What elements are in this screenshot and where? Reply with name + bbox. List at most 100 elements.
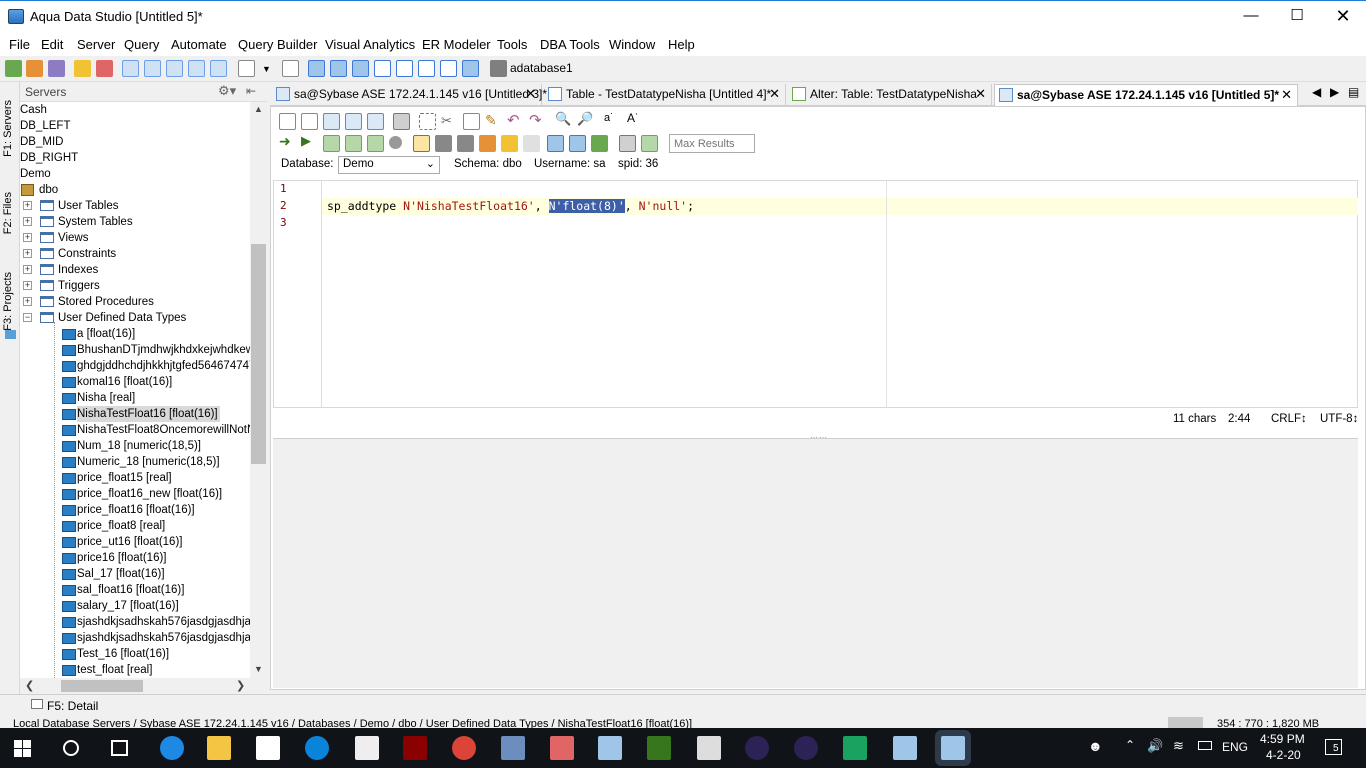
- server-properties-icon[interactable]: [48, 60, 65, 77]
- dropdown-arrow-icon[interactable]: ▼: [262, 64, 271, 74]
- app-icon[interactable]: [403, 736, 427, 760]
- menu-window[interactable]: Window: [609, 37, 655, 52]
- connect-icon[interactable]: [5, 60, 22, 77]
- database-select[interactable]: Demo ⌄: [338, 156, 440, 174]
- paste-icon[interactable]: ✎: [485, 112, 497, 129]
- menu-edit[interactable]: Edit: [41, 37, 63, 52]
- history-icon[interactable]: [619, 135, 636, 152]
- tree-item[interactable]: DB_MID: [20, 134, 250, 150]
- language-indicator[interactable]: ENG: [1222, 740, 1248, 754]
- stop-icon[interactable]: [389, 136, 402, 149]
- tree-item[interactable]: + Constraints: [20, 246, 250, 262]
- tab-alter-table[interactable]: Alter: Table: TestDatatypeNisha ✕: [788, 84, 992, 106]
- print-icon[interactable]: [393, 113, 410, 130]
- export-icon[interactable]: [210, 60, 227, 77]
- windows-start-icon[interactable]: [14, 740, 31, 757]
- network-tool-icon[interactable]: [501, 736, 525, 760]
- menu-query-builder[interactable]: Query Builder: [238, 37, 317, 52]
- side-tab-files[interactable]: F2: Files: [2, 192, 14, 234]
- close-tab-icon[interactable]: ✕: [769, 84, 780, 104]
- open-file-icon[interactable]: [301, 113, 318, 130]
- paint-icon[interactable]: [550, 736, 574, 760]
- tree-item[interactable]: dbo: [20, 182, 250, 198]
- menu-help[interactable]: Help: [668, 37, 695, 52]
- expand-icon[interactable]: +: [23, 265, 32, 274]
- pin-icon[interactable]: ⇤: [246, 84, 256, 98]
- copy-icon[interactable]: [463, 113, 480, 130]
- editor-app-icon[interactable]: [647, 736, 671, 760]
- tree-item[interactable]: DB_RIGHT: [20, 150, 250, 166]
- pivot-icon[interactable]: [374, 60, 391, 77]
- aqua-data-studio-active-icon[interactable]: [941, 736, 965, 760]
- compare-icon[interactable]: [166, 60, 183, 77]
- remote-desktop-icon[interactable]: [697, 736, 721, 760]
- import-icon[interactable]: [188, 60, 205, 77]
- wifi-icon[interactable]: ≋: [1173, 738, 1184, 754]
- find-replace-icon[interactable]: 🔎: [577, 111, 593, 127]
- chart-icon[interactable]: [396, 60, 413, 77]
- menu-er-modeler[interactable]: ER Modeler: [422, 37, 491, 52]
- new-document-icon[interactable]: [238, 60, 255, 77]
- menu-file[interactable]: File: [9, 37, 30, 52]
- skype-icon[interactable]: [305, 736, 329, 760]
- save-as-icon[interactable]: [345, 113, 362, 130]
- maximize-button[interactable]: ☐: [1274, 1, 1320, 32]
- max-results-input[interactable]: [669, 134, 755, 153]
- notification-center-icon[interactable]: 5: [1325, 739, 1342, 755]
- menu-automate[interactable]: Automate: [171, 37, 227, 52]
- volume-icon[interactable]: 🔊: [1147, 738, 1163, 754]
- register-server-icon[interactable]: [26, 60, 43, 77]
- close-tab-icon[interactable]: ✕: [1281, 85, 1292, 105]
- execute-file-icon[interactable]: [345, 135, 362, 152]
- menu-tools[interactable]: Tools: [497, 37, 527, 52]
- edge-icon[interactable]: [160, 736, 184, 760]
- tree-item[interactable]: + Triggers: [20, 278, 250, 294]
- clock-time[interactable]: 4:59 PM: [1260, 732, 1305, 746]
- tree-item[interactable]: + Views: [20, 230, 250, 246]
- save-icon[interactable]: [323, 113, 340, 130]
- mail-icon[interactable]: [355, 736, 379, 760]
- side-tab-servers[interactable]: F1: Servers: [2, 100, 14, 157]
- tree-item[interactable]: + System Tables: [20, 214, 250, 230]
- results-grid-icon[interactable]: [547, 135, 564, 152]
- tab-untitled-5[interactable]: sa@Sybase ASE 172.24.1.145 v16 [Untitled…: [994, 84, 1298, 106]
- auto-commit-icon[interactable]: [413, 135, 430, 152]
- explain-plan-icon[interactable]: [479, 135, 496, 152]
- tab-untitled-3[interactable]: sa@Sybase ASE 172.24.1.145 v16 [Untitled…: [272, 84, 547, 106]
- expand-icon[interactable]: +: [23, 233, 32, 242]
- connection-icon[interactable]: [641, 135, 658, 152]
- find-icon[interactable]: 🔍: [555, 111, 571, 127]
- battery-icon[interactable]: [1198, 741, 1212, 750]
- new-query-icon[interactable]: [279, 113, 296, 130]
- close-tab-icon[interactable]: ✕: [975, 84, 986, 104]
- tree-hscroll-thumb[interactable]: [61, 680, 143, 692]
- execute-icon[interactable]: ▶: [301, 133, 311, 149]
- active-server-label[interactable]: adatabase1: [510, 61, 573, 75]
- tab-list-icon[interactable]: ▤: [1348, 85, 1359, 99]
- encoding-selector[interactable]: UTF-8↕: [1320, 413, 1358, 425]
- people-icon[interactable]: ☻: [1088, 738, 1103, 754]
- scroll-right-icon[interactable]: ❯: [236, 679, 245, 692]
- tray-chevron-up-icon[interactable]: ⌃: [1125, 738, 1135, 752]
- execute-selection-icon[interactable]: [323, 135, 340, 152]
- tree-horizontal-scrollbar[interactable]: ❮ ❯: [20, 678, 267, 694]
- search-icon[interactable]: [63, 740, 79, 756]
- webstorm-icon[interactable]: [843, 736, 867, 760]
- table-icon[interactable]: [122, 60, 139, 77]
- chrome-icon[interactable]: [452, 736, 476, 760]
- pivot-results-icon[interactable]: [591, 135, 608, 152]
- commit-icon[interactable]: [435, 135, 452, 152]
- editor-icon[interactable]: [282, 60, 299, 77]
- menu-dba-tools[interactable]: DBA Tools: [540, 37, 600, 52]
- lowercase-icon[interactable]: a˙: [604, 112, 614, 124]
- format-sql-icon[interactable]: [501, 135, 518, 152]
- query-analyzer-icon[interactable]: [74, 60, 91, 77]
- minimize-button[interactable]: —: [1228, 1, 1274, 32]
- rollback-icon[interactable]: [457, 135, 474, 152]
- code-line-2[interactable]: sp_addtype N'NishaTestFloat16', N'float(…: [327, 199, 694, 213]
- menu-query[interactable]: Query: [124, 37, 159, 52]
- sql-code-editor[interactable]: 1 2 3 sp_addtype N'NishaTestFloat16', N'…: [273, 180, 1358, 408]
- tree-item[interactable]: DB_LEFT: [20, 118, 250, 134]
- save-all-icon[interactable]: [367, 113, 384, 130]
- scroll-left-icon[interactable]: ❮: [25, 679, 34, 692]
